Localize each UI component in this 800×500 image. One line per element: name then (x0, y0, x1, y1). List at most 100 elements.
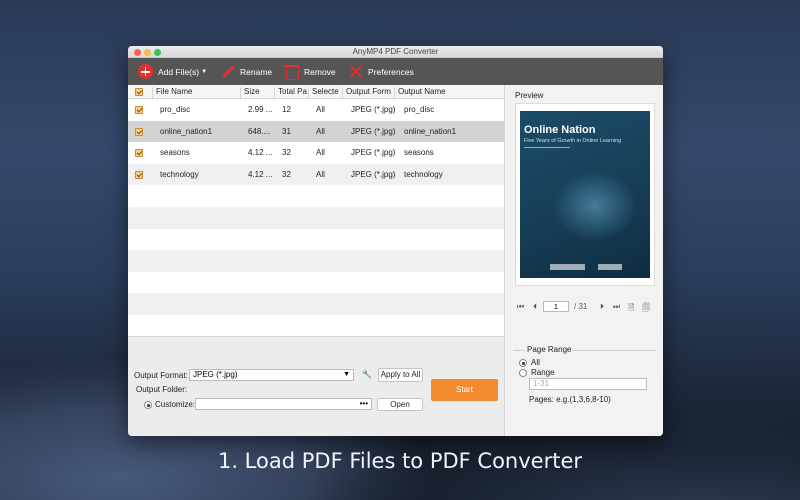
file-name-cell: online_nation1 (160, 126, 213, 136)
pdf-cover-thumbnail: Online Nation Five Years of Growth in On… (520, 111, 650, 278)
size-cell: 2.99 ... (248, 105, 273, 114)
page-range-label: Page Range (525, 345, 574, 354)
document-list-icon[interactable]: 🗐 (642, 302, 650, 316)
pencil-icon (220, 64, 235, 79)
header-selected[interactable]: Selecte (308, 87, 342, 98)
row-checkbox[interactable] (135, 106, 143, 114)
header-output-name[interactable]: Output Name (394, 87, 504, 98)
empty-row (128, 293, 504, 315)
range-custom-label: Range (531, 368, 555, 377)
preview-panel: Preview Online Nation Five Years of Grow… (504, 85, 663, 436)
open-folder-button[interactable]: Open (377, 398, 423, 411)
size-cell: 4.12 ... (248, 169, 273, 179)
range-input[interactable]: 1-31 (529, 378, 647, 390)
previous-page-icon[interactable]: ⏴ (533, 302, 537, 312)
table-row[interactable]: seasons 4.12 ... 32 All JPEG (*.jpg) sea… (128, 142, 504, 164)
title-bar: AnyMP4 PDF Converter (128, 46, 663, 58)
file-name-cell: pro_disc (160, 105, 191, 114)
total-pages-cell: 31 (282, 126, 291, 136)
size-cell: 4.12 ... (248, 148, 273, 158)
total-pages-cell: 12 (282, 105, 291, 114)
table-row[interactable]: online_nation1 648.... 31 All JPEG (*.jp… (128, 120, 504, 143)
output-settings-panel: Output Format: JPEG (*.jpg) ▼ 🔧 Apply to… (128, 336, 504, 436)
selected-cell: All (316, 148, 325, 158)
promo-caption: 1. Load PDF Files to PDF Converter (217, 449, 583, 473)
wrench-icon[interactable]: 🔧 (361, 369, 373, 381)
add-files-label: Add File(s) (158, 66, 200, 77)
page-total: / 31 (574, 302, 588, 311)
cover-logo-secondary (598, 264, 622, 270)
dropdown-caret-icon: ▼ (201, 68, 208, 75)
trash-icon (284, 64, 299, 80)
rename-label: Rename (240, 66, 273, 77)
output-format-cell[interactable]: JPEG (*.jpg) (351, 105, 395, 114)
remove-button[interactable]: Remove (284, 63, 336, 80)
selected-cell: All (316, 105, 325, 114)
row-checkbox[interactable] (135, 127, 143, 136)
header-total-pages[interactable]: Total Pa (274, 87, 308, 98)
range-all-radio[interactable] (519, 359, 527, 367)
row-checkbox[interactable] (135, 149, 143, 158)
preferences-label: Preferences (368, 66, 414, 77)
total-pages-cell: 32 (282, 169, 291, 179)
output-folder-input[interactable]: ••• (195, 398, 372, 410)
rename-button[interactable]: Rename (220, 63, 272, 80)
output-folder-label: Output Folder: (136, 385, 188, 394)
window-title: AnyMP4 PDF Converter (352, 47, 439, 56)
page-number-input[interactable]: 1 (543, 301, 569, 312)
output-name-cell[interactable]: pro_disc (404, 105, 434, 114)
total-pages-cell: 32 (282, 148, 291, 158)
output-format-cell[interactable]: JPEG (*.jpg) (351, 170, 395, 179)
range-hint: Pages: e.g.(1,3,6,8-10) (529, 395, 611, 404)
empty-row (128, 207, 504, 229)
output-name-cell[interactable]: seasons (404, 148, 434, 157)
output-format-cell[interactable]: JPEG (*.jpg) (351, 148, 395, 157)
header-size[interactable]: Size (240, 87, 274, 98)
range-all-label: All (531, 358, 540, 367)
output-format-select[interactable]: JPEG (*.jpg) ▼ (189, 369, 354, 381)
next-page-icon[interactable]: ⏵ (600, 302, 604, 312)
app-window: AnyMP4 PDF Converter Add File(s) ▼ Renam… (128, 46, 663, 436)
range-custom-radio[interactable] (519, 369, 527, 377)
browse-dots-icon[interactable]: ••• (360, 399, 368, 408)
preferences-button[interactable]: Preferences (348, 63, 414, 80)
selected-cell: All (316, 169, 325, 179)
file-name-cell: seasons (160, 148, 190, 158)
customize-radio[interactable] (144, 401, 152, 409)
file-list-header: File Name Size Total Pa Selecte Output F… (128, 85, 504, 99)
tools-icon (348, 64, 363, 79)
document-icon[interactable]: 🗎 (628, 302, 634, 316)
table-row[interactable]: technology 4.12 ... 32 All JPEG (*.jpg) … (128, 163, 504, 186)
cover-subtitle: Five Years of Growth in Online Learning (524, 138, 622, 144)
output-format-value: JPEG (*.jpg) (193, 370, 238, 379)
row-checkbox[interactable] (135, 170, 143, 179)
remove-label: Remove (304, 66, 336, 77)
file-name-cell: technology (160, 169, 199, 179)
size-cell: 648.... (248, 126, 271, 136)
cover-logo (550, 264, 585, 270)
add-icon (138, 64, 153, 79)
preview-label: Preview (515, 91, 544, 100)
apply-to-all-button[interactable]: Apply to All (378, 368, 423, 382)
output-format-label: Output Format: (134, 371, 188, 380)
last-page-icon[interactable]: ⏭ (613, 302, 620, 312)
start-button[interactable]: Start (431, 379, 498, 401)
chevron-down-icon: ▼ (343, 371, 350, 378)
customize-label: Customize: (155, 400, 196, 409)
output-name-cell[interactable]: online_nation1 (404, 127, 456, 136)
selected-cell: All (316, 126, 325, 136)
add-files-button[interactable]: Add File(s) ▼ (138, 63, 207, 80)
output-format-cell[interactable]: JPEG (*.jpg) (351, 127, 395, 136)
header-output-format[interactable]: Output Form (342, 87, 394, 98)
table-row[interactable]: pro_disc 2.99 ... 12 All JPEG (*.jpg) pr… (128, 99, 504, 121)
cover-title: Online Nation (524, 124, 596, 136)
first-page-icon[interactable]: ⏮ (517, 302, 524, 312)
header-file-name[interactable]: File Name (152, 87, 240, 98)
cover-rule (524, 147, 570, 148)
file-list: File Name Size Total Pa Selecte Output F… (128, 85, 504, 336)
preview-frame: Online Nation Five Years of Growth in On… (515, 103, 655, 286)
empty-row (128, 250, 504, 272)
toolbar: Add File(s) ▼ Rename Remove Preferences (128, 58, 663, 85)
output-name-cell[interactable]: technology (404, 170, 443, 179)
select-all-checkbox[interactable] (135, 88, 143, 96)
